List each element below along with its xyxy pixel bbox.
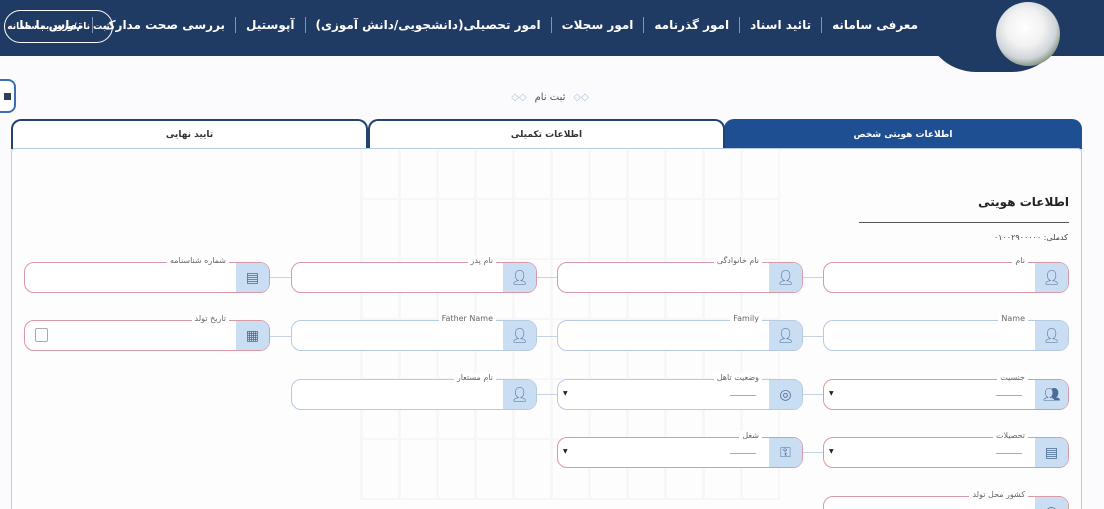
ornament-icon: ◇◇ [511, 92, 527, 103]
rings-icon: ◎ [769, 380, 802, 409]
user-icon: 👤︎ [769, 263, 802, 292]
tab-final-approval[interactable]: تایید نهایی [11, 119, 368, 149]
marital-status-select[interactable]: وضعیت تاهل ◎ ▼ [557, 373, 803, 410]
connector-line [535, 394, 557, 395]
field-label: Family [730, 314, 762, 323]
field-label: شغل [739, 431, 762, 440]
grid-icon [3, 92, 11, 100]
job-icon: ⚿ [769, 438, 802, 467]
connector-line [269, 277, 291, 278]
tab-additional-info[interactable]: اطلاعات تکمیلی [368, 119, 725, 149]
national-code-label: کدملی: ۰۱۰۰۲۹۰۰۰۰۰ [993, 233, 1068, 242]
father-name-field[interactable]: نام پدر 👤︎ [291, 256, 537, 293]
family-en-field[interactable]: Family 👤︎ [557, 314, 803, 351]
side-panel-toggle[interactable] [0, 79, 16, 113]
father-name-en-field[interactable]: Father Name 👤︎ [291, 314, 537, 351]
nav-passport[interactable]: امور گذرنامه [644, 18, 739, 32]
user-icon: 👤︎ [1035, 321, 1068, 350]
section-divider [859, 222, 1069, 223]
ornament-icon: ◇◇ [573, 92, 589, 103]
first-name-field[interactable]: نام 👤︎ [823, 256, 1069, 293]
connector-line [269, 336, 291, 337]
nav-apostille[interactable]: آپوستیل [236, 18, 304, 32]
field-label: نام [1012, 256, 1028, 265]
last-name-field[interactable]: نام خانوادگی 👤︎ [557, 256, 803, 293]
field-label: تاریخ تولد [191, 314, 229, 323]
graduation-icon: ▤ [1035, 438, 1068, 467]
placeholder-dash [996, 395, 1022, 396]
birth-country-select[interactable]: کشور محل تولد ◉ [823, 490, 1069, 509]
field-label: نام خانوادگی [713, 256, 762, 265]
user-icon: 👤︎ [503, 380, 536, 409]
page-title-text: ثبت نام [534, 92, 566, 103]
field-label: وضعیت تاهل [713, 373, 762, 382]
education-select[interactable]: تحصیلات ▤ ▼ [823, 431, 1069, 468]
birth-date-field[interactable]: تاریخ تولد ▦ [24, 314, 270, 351]
page-title: ◇◇ ثبت نام ◇◇ [450, 92, 650, 103]
registration-steps-tabs: اطلاعات هویتی شخص اطلاعات تکمیلی تایید ن… [11, 119, 1082, 149]
nav-document-approval[interactable]: تائید اسناد [740, 18, 821, 32]
gender-icon: 👥︎ [1035, 380, 1068, 409]
field-label: تحصیلات [992, 431, 1028, 440]
nav-education[interactable]: امور تحصیلی(دانشجویی/دانش آموزی) [306, 18, 551, 32]
field-label: Father Name [438, 314, 496, 323]
chevron-down-icon: ▼ [563, 390, 568, 397]
gender-select[interactable]: جنسیت 👥︎ ▼ [823, 373, 1069, 410]
id-card-icon: ▤ [236, 263, 269, 292]
name-en-field[interactable]: Name 👤︎ [823, 314, 1069, 351]
field-label: Name [998, 314, 1028, 323]
user-icon: 👤︎ [503, 263, 536, 292]
field-label: کشور محل تولد [969, 490, 1028, 499]
globe-icon: ◉ [1035, 497, 1068, 509]
field-label: نام مستعار [453, 373, 496, 382]
field-label: نام پدر [467, 256, 496, 265]
tab-identity-info[interactable]: اطلاعات هویتی شخص [724, 119, 1082, 149]
connector-line [535, 277, 557, 278]
chevron-down-icon: ▼ [829, 390, 834, 397]
flower-logo-icon[interactable] [996, 2, 1060, 66]
chevron-down-icon: ▼ [563, 448, 568, 455]
connector-line [535, 336, 557, 337]
chevron-down-icon: ▼ [829, 448, 834, 455]
nav-civil-registry[interactable]: امور سجلات [552, 18, 644, 32]
calendar-icon[interactable]: ▦ [236, 321, 269, 350]
user-icon: 👤︎ [1035, 263, 1068, 292]
field-label: جنسیت [997, 373, 1028, 382]
main-menu: معرفی سامانه تائید اسناد امور گذرنامه ام… [9, 0, 928, 50]
placeholder-dash [730, 395, 756, 396]
calendar-placeholder-icon [35, 328, 48, 342]
alias-name-field[interactable]: نام مستعار 👤︎ [291, 373, 537, 410]
placeholder-dash [730, 453, 756, 454]
field-label: شماره شناسنامه [166, 256, 229, 265]
signin-register-button[interactable]: ثبت نام/ورود به سامانه [4, 10, 113, 43]
connector-line [801, 452, 823, 453]
nav-document-verification[interactable]: بررسی صحت مدارک [93, 18, 235, 32]
connector-line [801, 277, 823, 278]
user-icon: 👤︎ [503, 321, 536, 350]
placeholder-dash [996, 453, 1022, 454]
id-number-field[interactable]: شماره شناسنامه ▤ [24, 256, 270, 293]
job-select[interactable]: شغل ⚿ ▼ [557, 431, 803, 468]
nav-intro[interactable]: معرفی سامانه [822, 18, 928, 32]
connector-line [801, 394, 823, 395]
user-icon: 👤︎ [769, 321, 802, 350]
connector-line [801, 336, 823, 337]
top-navigation-bar: معرفی سامانه تائید اسناد امور گذرنامه ام… [0, 0, 1104, 72]
section-title: اطلاعات هویتی [978, 195, 1069, 209]
